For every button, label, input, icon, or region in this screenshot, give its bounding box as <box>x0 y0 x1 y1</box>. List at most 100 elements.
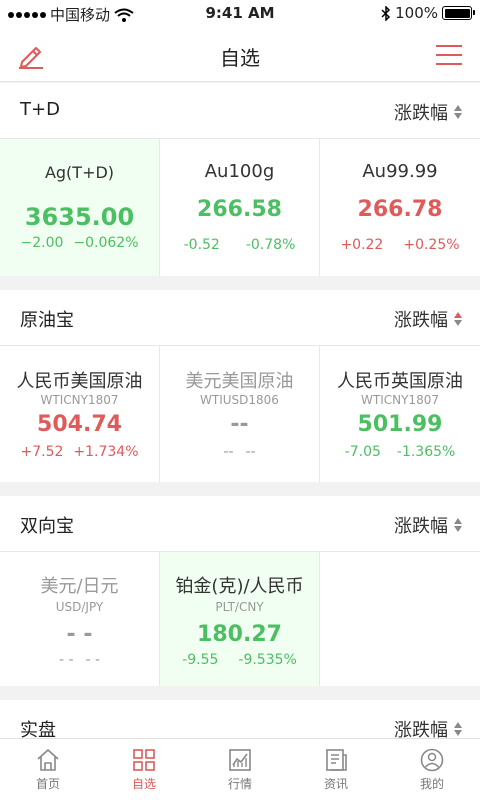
change-percent: -- <box>245 444 256 460</box>
tab-market[interactable]: 行情 <box>192 739 288 800</box>
section-header: T+D 涨跌幅 <box>0 83 480 139</box>
tab-label: 资讯 <box>323 777 348 791</box>
quote-card[interactable]: 美元/日元 USD/JPY - - - - - - <box>0 552 160 686</box>
quote-name: 人民币美国原油 <box>16 371 143 392</box>
quote-price: 266.78 <box>357 197 443 222</box>
section-title: T+D <box>20 99 60 120</box>
battery-info: 100% <box>381 4 475 22</box>
tab-label: 自选 <box>131 777 156 791</box>
quote-card[interactable]: 人民币英国原油 WTICNY1807 501.99 -7.05 -1.365% <box>320 346 480 482</box>
quote-code: PLT/CNY <box>215 600 264 614</box>
battery-percent: 100% <box>395 4 438 22</box>
change-percent: +1.734% <box>73 444 139 460</box>
quote-name: 铂金(克)/人民币 <box>175 576 304 597</box>
tab-watchlist[interactable]: 自选 <box>96 739 192 800</box>
quote-grid: Ag(T+D) 3635.00 −2.00 −0.062% Au100g 266… <box>0 139 480 276</box>
change-percent: -0.78% <box>245 237 296 253</box>
quote-price: - - <box>66 622 93 647</box>
quote-card[interactable]: Ag(T+D) 3635.00 −2.00 −0.062% <box>0 139 160 276</box>
home-icon <box>37 749 59 771</box>
quote-change: - - - - <box>0 652 159 668</box>
grid-icon <box>133 749 155 771</box>
change-percent: - - <box>85 652 101 668</box>
tab-home[interactable]: 首页 <box>0 739 96 800</box>
tab-label: 首页 <box>35 777 60 791</box>
change-value: -7.05 <box>344 444 381 460</box>
page-title: 自选 <box>220 46 260 70</box>
quote-grid: 美元/日元 USD/JPY - - - - - - 铂金(克)/人民币 PLT/… <box>0 552 480 686</box>
nav-bar: 自选 <box>0 28 480 82</box>
section-header: 原油宝 涨跌幅 <box>0 290 480 346</box>
quote-price: -- <box>230 412 249 437</box>
section-title: 双向宝 <box>20 516 74 537</box>
quote-card[interactable]: 人民币美国原油 WTICNY1807 504.74 +7.52 +1.734% <box>0 346 160 482</box>
change-value: +0.22 <box>340 237 384 253</box>
bluetooth-icon <box>381 5 391 21</box>
tab-bar: 首页 自选 行情 资讯 我的 <box>0 738 480 800</box>
quote-change: +0.22 +0.25% <box>320 237 480 253</box>
quote-change: +7.52 +1.734% <box>0 444 159 460</box>
quote-card[interactable]: Au99.99 266.78 +0.22 +0.25% <box>320 139 480 276</box>
quote-card[interactable]: 铂金(克)/人民币 PLT/CNY 180.27 -9.55 -9.535% <box>160 552 320 686</box>
change-percent: +0.25% <box>403 237 460 253</box>
tab-profile[interactable]: 我的 <box>384 739 480 800</box>
quote-name: 人民币英国原油 <box>337 371 463 392</box>
sort-arrows-icon <box>454 312 462 326</box>
quote-price: 501.99 <box>357 412 443 437</box>
quote-change: -7.05 -1.365% <box>320 444 480 460</box>
quote-grid: 人民币美国原油 WTICNY1807 504.74 +7.52 +1.734% … <box>0 346 480 482</box>
quote-name: 美元美国原油 <box>185 371 294 392</box>
change-value: - - <box>58 652 74 668</box>
change-value: -9.55 <box>182 652 219 668</box>
section-td: T+D 涨跌幅 Ag(T+D) 3635.00 −2.00 −0.062% Au… <box>0 83 480 276</box>
news-icon <box>326 749 347 771</box>
quote-name: Au100g <box>204 161 275 182</box>
quote-change: -0.52 -0.78% <box>160 237 319 253</box>
quote-name: Ag(T+D) <box>44 163 115 182</box>
menu-icon <box>436 45 462 65</box>
change-value: −2.00 <box>20 235 64 251</box>
section-two-way: 双向宝 涨跌幅 美元/日元 USD/JPY - - - - - - 铂金(克)/… <box>0 496 480 686</box>
sort-arrows-icon <box>454 105 462 119</box>
section-title: 原油宝 <box>20 310 74 331</box>
quote-card[interactable]: Au100g 266.58 -0.52 -0.78% <box>160 139 320 276</box>
quote-price: 180.27 <box>197 622 282 647</box>
sort-label: 涨跌幅 <box>394 103 448 124</box>
change-value: -0.52 <box>183 237 220 253</box>
change-percent: -1.365% <box>396 444 456 460</box>
quote-price: 504.74 <box>37 412 122 437</box>
sort-label: 涨跌幅 <box>394 310 448 331</box>
status-bar: 中国移动 9:41 AM 100% <box>0 0 480 28</box>
sort-button[interactable]: 涨跌幅 <box>394 99 462 125</box>
empty-cell <box>320 552 480 686</box>
change-percent: -9.535% <box>238 652 297 668</box>
section-crude-oil: 原油宝 涨跌幅 人民币美国原油 WTICNY1807 504.74 +7.52 … <box>0 290 480 482</box>
quote-name: Au99.99 <box>362 161 438 182</box>
sort-button[interactable]: 涨跌幅 <box>394 512 462 538</box>
quote-change: -- -- <box>160 444 319 460</box>
tab-news[interactable]: 资讯 <box>288 739 384 800</box>
quote-name: 美元/日元 <box>40 576 119 597</box>
sort-arrows-icon <box>454 722 462 736</box>
section-header: 双向宝 涨跌幅 <box>0 496 480 552</box>
quote-code: WTICNY1807 <box>40 393 119 407</box>
quote-code: WTIUSD1806 <box>200 393 279 407</box>
sort-label: 涨跌幅 <box>394 516 448 537</box>
tab-label: 我的 <box>419 777 444 791</box>
quote-price: 3635.00 <box>24 203 135 231</box>
quote-code: USD/JPY <box>55 600 104 614</box>
change-value: -- <box>223 444 234 460</box>
menu-button[interactable] <box>434 42 464 68</box>
battery-icon <box>442 6 475 20</box>
change-value: +7.52 <box>20 444 64 460</box>
tab-label: 行情 <box>227 777 252 791</box>
user-icon <box>420 748 444 772</box>
chart-icon <box>229 749 251 771</box>
quote-change: −2.00 −0.062% <box>0 235 159 251</box>
quote-card[interactable]: 美元美国原油 WTIUSD1806 -- -- -- <box>160 346 320 482</box>
quote-code: WTICNY1807 <box>361 393 439 407</box>
quote-change: -9.55 -9.535% <box>160 652 319 668</box>
sort-button[interactable]: 涨跌幅 <box>394 306 462 332</box>
quote-price: 266.58 <box>197 197 282 222</box>
change-percent: −0.062% <box>73 235 139 251</box>
